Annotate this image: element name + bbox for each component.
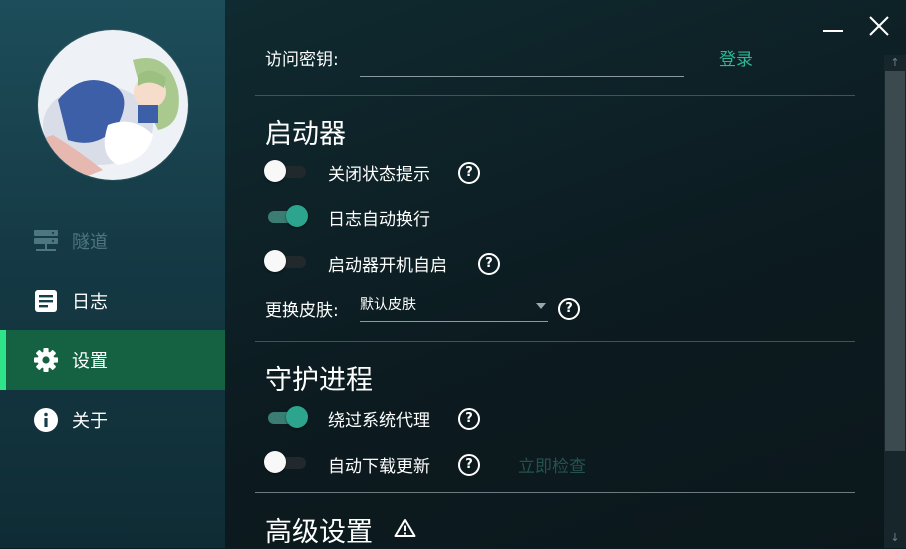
sidebar-item-about[interactable]: 关于: [0, 390, 225, 450]
warning-icon: [394, 519, 416, 537]
divider: [255, 492, 855, 493]
toggle-knob: [264, 160, 286, 182]
scrollbar[interactable]: ↑ ↓: [884, 55, 906, 548]
sidebar-item-tunnel[interactable]: 隧道: [0, 211, 225, 271]
help-icon[interactable]: ?: [458, 162, 480, 184]
avatar-image: [38, 30, 188, 180]
close-button[interactable]: [867, 14, 891, 38]
scroll-down-icon[interactable]: ↓: [889, 532, 901, 544]
help-icon[interactable]: ?: [458, 454, 480, 476]
option-label: 启动器开机自启: [328, 256, 447, 276]
option-label: 日志自动换行: [328, 210, 430, 230]
toggle-launch-at-startup[interactable]: [264, 249, 310, 273]
access-key-label: 访问密钥:: [265, 50, 339, 70]
daemon-section-title: 守护进程: [265, 365, 373, 396]
help-icon[interactable]: ?: [558, 298, 580, 320]
scroll-thumb[interactable]: [885, 71, 905, 451]
scroll-up-icon[interactable]: ↑: [889, 57, 901, 69]
toggle-bypass-system-proxy[interactable]: [266, 405, 310, 429]
sidebar-item-label: 设置: [72, 351, 108, 372]
toggle-knob: [286, 205, 308, 227]
skin-select[interactable]: 默认皮肤: [360, 294, 548, 322]
chevron-down-icon: [536, 303, 546, 309]
close-icon: [869, 16, 889, 36]
toggle-knob: [264, 451, 286, 473]
check-now-button[interactable]: 立即检查: [518, 452, 586, 477]
toggle-knob: [286, 406, 308, 428]
toggle-knob: [264, 250, 286, 272]
option-label: 自动下载更新: [328, 457, 430, 477]
help-icon[interactable]: ?: [458, 408, 480, 430]
divider: [255, 341, 855, 342]
toggle-auto-download-update[interactable]: [264, 450, 310, 474]
minimize-icon: [823, 30, 843, 32]
option-label: 关闭状态提示: [328, 165, 430, 185]
sidebar-item-label: 日志: [72, 292, 108, 313]
access-key-input[interactable]: [360, 46, 684, 77]
divider: [255, 95, 855, 96]
sidebar-item-settings[interactable]: 设置: [0, 330, 225, 390]
login-button[interactable]: 登录: [719, 45, 753, 70]
sidebar-item-log[interactable]: 日志: [0, 271, 225, 331]
skin-select-value: 默认皮肤: [360, 297, 416, 313]
server-icon: [32, 227, 60, 255]
launcher-section-title: 启动器: [265, 119, 346, 150]
toggle-hide-status-tips[interactable]: [264, 159, 310, 183]
advanced-section-title: 高级设置: [265, 517, 373, 548]
gear-icon: [32, 346, 60, 374]
help-icon[interactable]: ?: [478, 253, 500, 275]
sidebar-item-label: 隧道: [72, 232, 108, 253]
log-icon: [32, 287, 60, 315]
option-label: 绕过系统代理: [328, 411, 430, 431]
info-icon: [32, 406, 60, 434]
sidebar: 隧道 日志 设置 关于: [0, 0, 225, 548]
avatar[interactable]: [38, 30, 188, 180]
skin-label: 更换皮肤:: [265, 301, 339, 321]
minimize-button[interactable]: [821, 14, 845, 38]
sidebar-item-label: 关于: [72, 411, 108, 432]
toggle-log-word-wrap[interactable]: [266, 204, 310, 228]
